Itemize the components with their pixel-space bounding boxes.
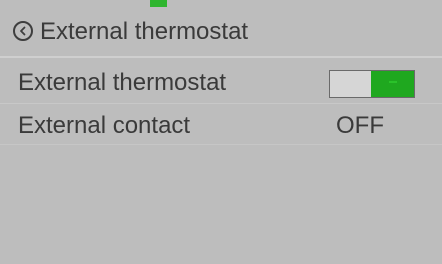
toggle-on-indicator <box>371 71 414 97</box>
chevron-left-circle-icon <box>20 26 26 36</box>
setting-row-external-contact[interactable]: External contact OFF <box>0 107 442 143</box>
setting-label: External thermostat <box>18 69 227 96</box>
back-button[interactable] <box>13 21 33 41</box>
setting-label: External contact <box>18 112 191 139</box>
row-divider <box>0 103 442 104</box>
external-thermostat-toggle[interactable] <box>329 70 415 98</box>
external-contact-value: OFF <box>336 112 384 139</box>
thermostat-screen: External thermostat External thermostat … <box>0 0 442 264</box>
toggle-mark <box>388 80 397 88</box>
page-title: External thermostat <box>40 18 249 45</box>
row-divider <box>0 144 442 145</box>
status-indicator <box>150 0 167 7</box>
setting-row-external-thermostat[interactable]: External thermostat <box>0 64 442 102</box>
title-bar: External thermostat <box>0 11 442 51</box>
header-divider <box>0 56 442 58</box>
